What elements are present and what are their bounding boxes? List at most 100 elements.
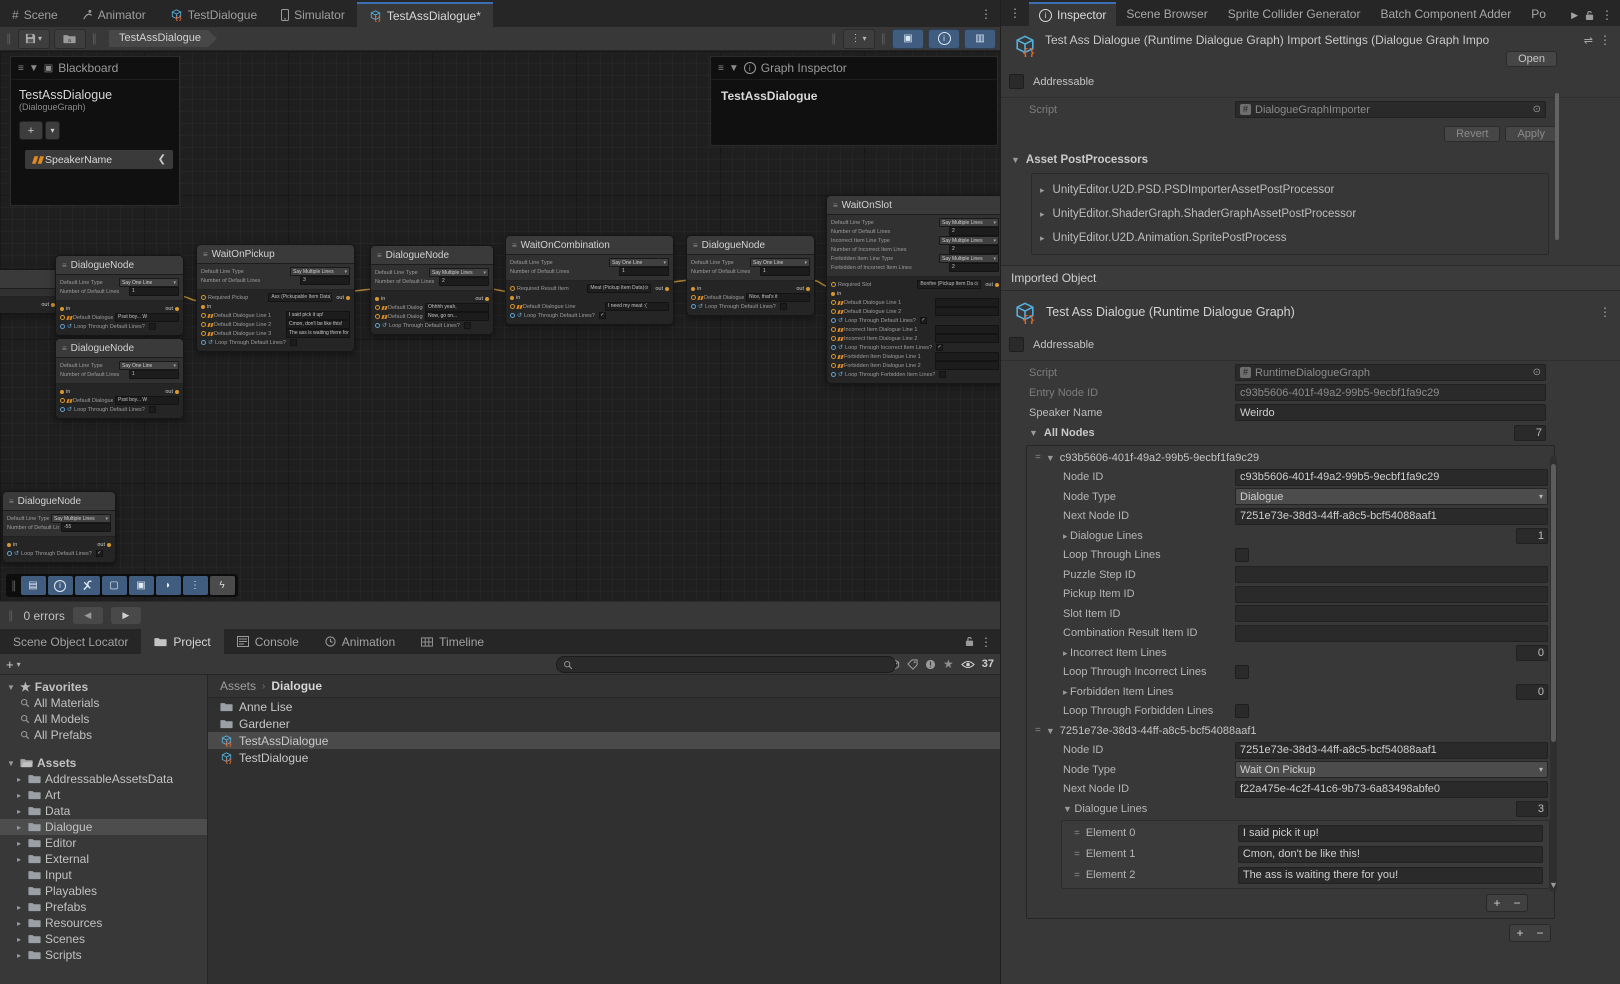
value-field[interactable]: 1 xyxy=(760,267,810,276)
property-field[interactable]: 7251e73e-38d3-44ff-a8c5-bcf54088aaf1 xyxy=(1235,508,1548,525)
foldout-arrow-icon[interactable]: ▸ xyxy=(14,807,24,816)
toolbar-handle[interactable]: ∥ xyxy=(6,609,16,622)
output-port-icon[interactable] xyxy=(107,543,111,547)
postprocessor-item[interactable]: ▸UnityEditor.ShaderGraph.ShaderGraphAsse… xyxy=(1040,202,1540,226)
more-options-icon[interactable]: ⋮ xyxy=(183,576,208,595)
input-port-icon[interactable] xyxy=(7,543,11,547)
node-title-bar[interactable]: ≡DialogueNode xyxy=(687,236,814,255)
object-field[interactable]: Bonfire (Pickup Item Da⊙ xyxy=(917,280,981,289)
sidebar-folder-scripts[interactable]: ▸Scripts xyxy=(0,947,207,963)
foldout-arrow-icon[interactable]: ▸ xyxy=(14,775,24,784)
dialogue-line-field[interactable] xyxy=(935,307,999,316)
string-port-icon[interactable] xyxy=(831,327,836,332)
value-field[interactable]: -55 xyxy=(61,523,111,532)
output-port-icon[interactable] xyxy=(806,287,810,291)
string-port-icon[interactable] xyxy=(831,354,836,359)
node-entry-header[interactable]: =▼c93b5606-401f-49a2-99b5-9ecbf1fa9c29 xyxy=(1027,448,1554,468)
dialogue-line-field[interactable]: Ohhhh yeah, xyxy=(425,303,489,312)
checkbox[interactable]: ✓ xyxy=(96,550,103,557)
postprocessor-item[interactable]: ▸UnityEditor.U2D.PSD.PSDImporterAssetPos… xyxy=(1040,178,1540,202)
speaker-name-field[interactable]: Weirdo xyxy=(1235,404,1546,421)
tab-console[interactable]: Console xyxy=(224,629,312,654)
foldout-arrow-icon[interactable]: ▼ xyxy=(1046,726,1055,736)
string-port-icon[interactable] xyxy=(691,295,696,300)
node-title-bar[interactable]: ≡DialogueNode xyxy=(56,256,183,275)
sidebar-folder-external[interactable]: ▸External xyxy=(0,851,207,867)
assets-root[interactable]: ▼ Assets xyxy=(0,755,207,771)
lock-icon[interactable] xyxy=(1585,10,1594,21)
tab-simulator[interactable]: Simulator xyxy=(269,2,357,27)
dropdown[interactable]: Say One Line▾ xyxy=(609,258,669,267)
dialogue-line-field[interactable] xyxy=(935,361,999,370)
array-size[interactable]: 0 xyxy=(1516,645,1548,661)
output-port-icon[interactable] xyxy=(665,287,669,291)
output-port-icon[interactable] xyxy=(175,307,179,311)
foldout-arrow-icon[interactable]: ▸ xyxy=(14,919,24,928)
array-element-row[interactable]: =Element 2The ass is waiting there for y… xyxy=(1062,865,1549,886)
window-icon[interactable]: ▢ xyxy=(102,576,127,595)
output-port-icon[interactable] xyxy=(346,296,350,300)
dropdown[interactable]: Say Multiple Lines▾ xyxy=(939,218,999,227)
drag-handle-icon[interactable]: = xyxy=(1035,452,1041,463)
file-testdialogue[interactable]: {}TestDialogue xyxy=(208,749,1000,766)
sidebar-folder-editor[interactable]: ▸Editor xyxy=(0,835,207,851)
dropdown[interactable]: Say One Line▾ xyxy=(750,258,810,267)
property-foldout[interactable]: ▸ Incorrect Item Lines xyxy=(1063,647,1235,659)
property-field[interactable] xyxy=(1235,605,1548,622)
all-nodes-foldout[interactable]: ▼All Nodes xyxy=(1029,427,1235,439)
dropdown[interactable]: Say One Line▾ xyxy=(119,278,179,287)
checkbox[interactable]: ✓ xyxy=(936,344,943,351)
save-button[interactable]: ▾ xyxy=(18,29,50,49)
property-field[interactable] xyxy=(1235,625,1548,642)
foldout-arrow-icon[interactable]: ▸ xyxy=(14,935,24,944)
favorite-item[interactable]: All Materials xyxy=(0,695,207,711)
context-menu-icon[interactable]: ⋮ xyxy=(1599,305,1611,319)
dialogue-line-field[interactable] xyxy=(935,352,999,361)
search-by-label-icon[interactable] xyxy=(907,659,918,670)
value-field[interactable]: 1 xyxy=(619,267,669,276)
checkbox[interactable] xyxy=(780,303,787,310)
checkbox[interactable] xyxy=(149,323,156,330)
tab-testassdialogue[interactable]: {}TestAssDialogue* xyxy=(357,2,493,27)
node-title-bar[interactable]: ≡WaitOnCombination xyxy=(506,236,673,255)
object-port-icon[interactable] xyxy=(831,282,836,287)
dropdown[interactable]: Say Multiple Lines▾ xyxy=(429,268,489,277)
drag-handle-icon[interactable]: = xyxy=(1074,870,1080,881)
string-port-icon[interactable] xyxy=(831,300,836,305)
apply-button[interactable]: Apply xyxy=(1505,126,1557,142)
addressable-checkbox[interactable] xyxy=(1009,337,1024,352)
string-port-icon[interactable] xyxy=(375,314,380,319)
pane-menu-icon[interactable]: ⋮ xyxy=(1601,8,1613,22)
add-element-button[interactable]: + xyxy=(1487,895,1507,911)
graph-node-dialoguenode-6[interactable]: ≡DialogueNodeDefault Line TypeSay One Li… xyxy=(686,235,815,316)
search-box[interactable] xyxy=(556,656,896,673)
object-port-icon[interactable] xyxy=(201,295,206,300)
revert-button[interactable]: Revert xyxy=(1444,126,1500,142)
checkbox[interactable] xyxy=(1235,704,1249,718)
foldout-arrow-icon[interactable]: ▸ xyxy=(14,855,24,864)
caret-down-icon[interactable]: ▾ xyxy=(17,660,21,669)
collapse-arrow-icon[interactable]: ▼ xyxy=(729,63,739,74)
node-title-bar[interactable]: ≡DialogueNode xyxy=(371,246,493,265)
remove-element-button[interactable]: − xyxy=(1507,895,1527,911)
add-property-dropdown[interactable]: ▾ xyxy=(45,121,60,140)
out-port[interactable]: out xyxy=(336,295,350,301)
property-field[interactable]: f22a475e-4c2f-41c6-9b73-6a83498abfe0 xyxy=(1235,781,1548,798)
property-foldout[interactable]: ▸ Forbidden Item Lines xyxy=(1063,686,1235,698)
graph-inspector-header[interactable]: ≡ ▼ i Graph Inspector xyxy=(711,57,997,80)
drag-handle-icon[interactable]: = xyxy=(1035,725,1041,736)
object-picker-icon[interactable]: ⊙ xyxy=(1533,367,1541,378)
pane-menu-icon[interactable]: ⋮ xyxy=(1001,6,1029,20)
value-field[interactable]: 1 xyxy=(129,370,179,379)
tab-inspector[interactable]: iInspector xyxy=(1029,2,1116,26)
graph-node-waitonslot-7[interactable]: ≡WaitOnSlotDefault Line TypeSay Multiple… xyxy=(826,195,1000,384)
presets-icon[interactable]: ⇌ xyxy=(1584,34,1593,47)
breadcrumb-root[interactable]: Assets xyxy=(220,679,256,693)
scroll-down-icon[interactable]: ▼ xyxy=(1549,880,1558,890)
output-port-icon[interactable] xyxy=(995,283,999,287)
string-port-icon[interactable] xyxy=(831,363,836,368)
bool-port-icon[interactable] xyxy=(375,323,380,328)
property-foldout[interactable]: ▼ Dialogue Lines xyxy=(1063,803,1235,815)
drag-handle-icon[interactable]: = xyxy=(1074,828,1080,839)
file-testassdialogue[interactable]: {}TestAssDialogue xyxy=(208,732,1000,749)
